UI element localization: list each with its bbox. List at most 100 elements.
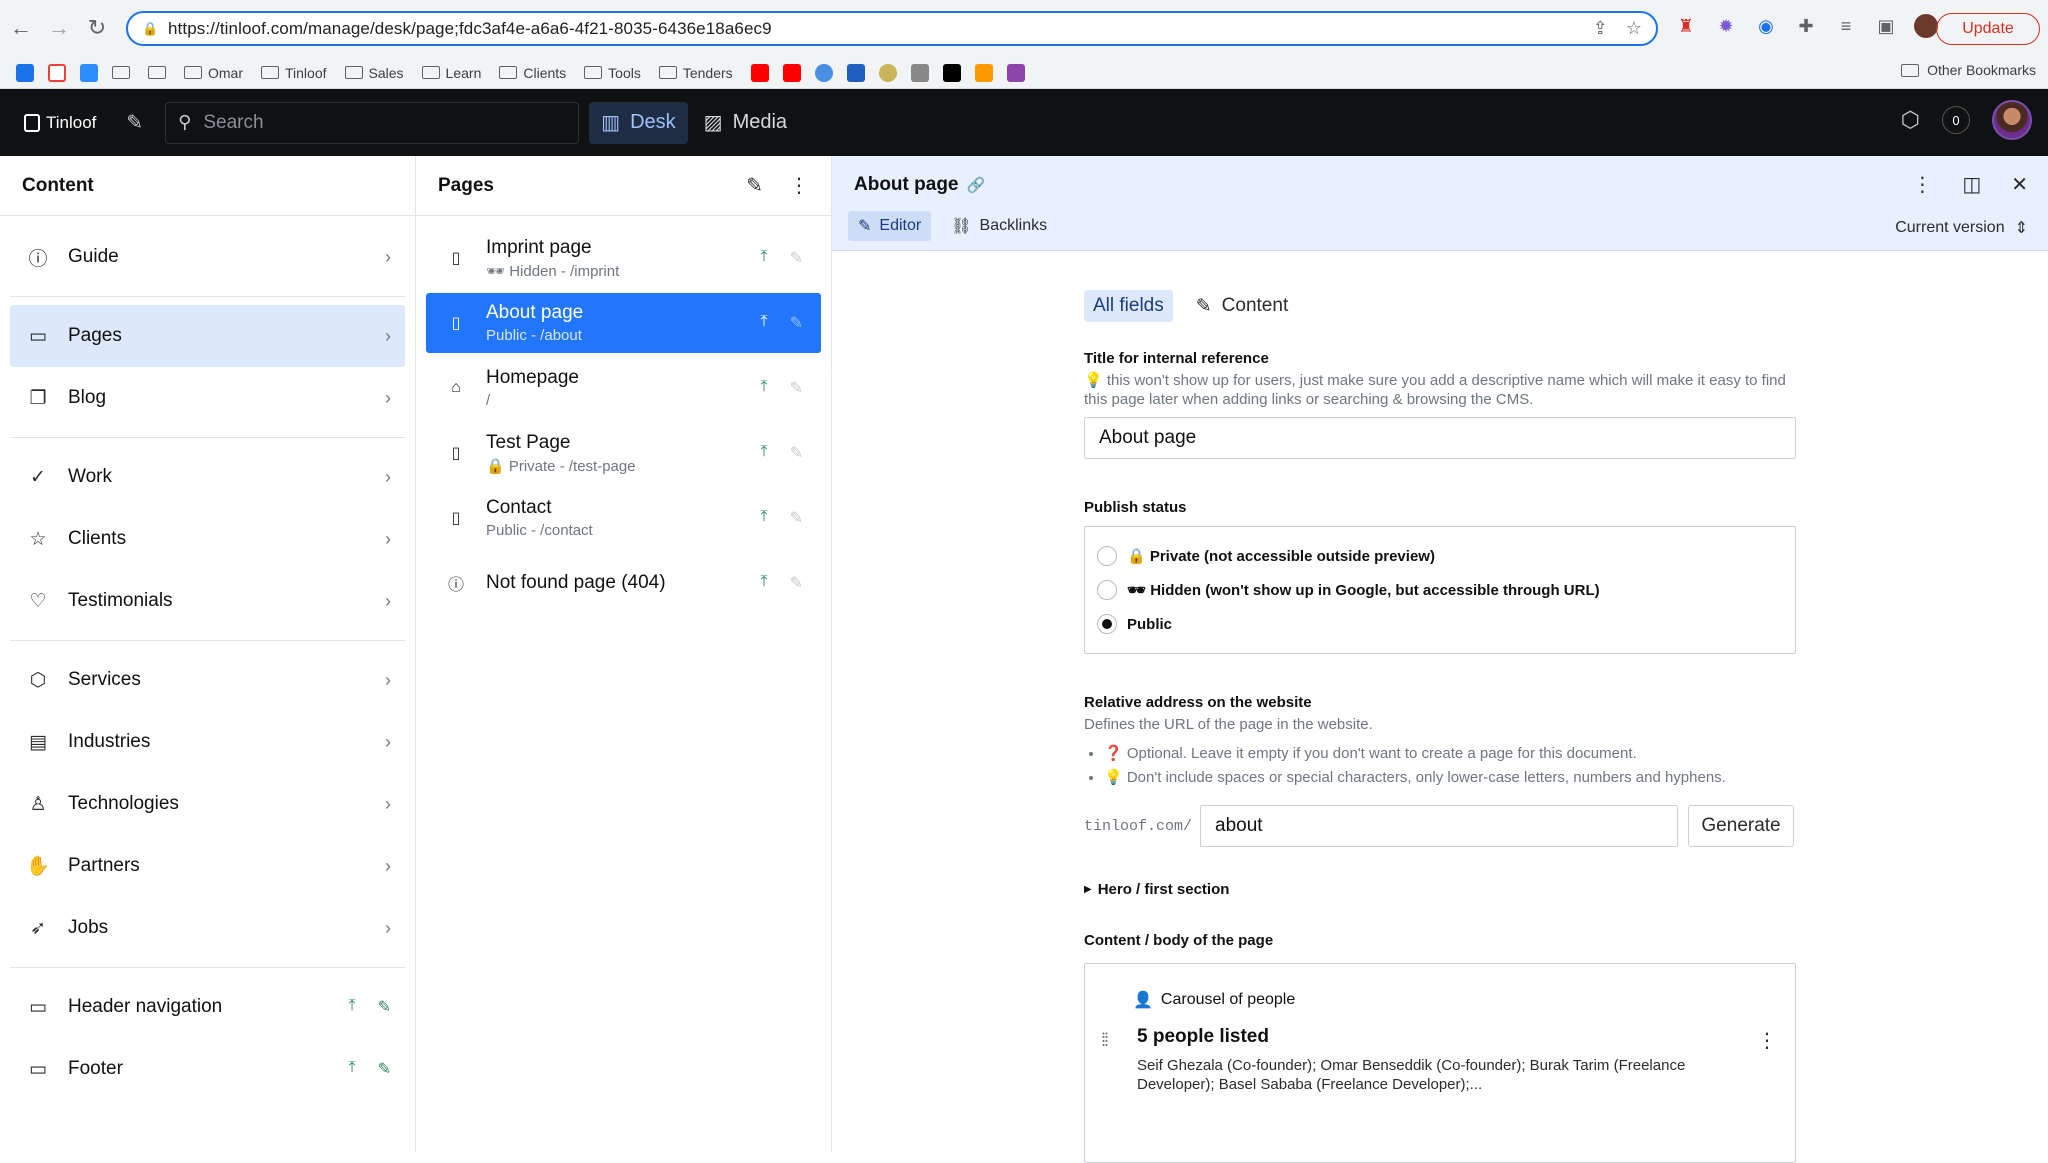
page-list-item[interactable]: ⌂Homepage/⤒✎ [426,358,821,418]
notification-badge[interactable]: 0 [1942,106,1970,134]
publish-icon[interactable]: ⤒ [761,248,768,268]
kebab-menu-icon[interactable]: ⋮ [789,173,809,198]
kebab-menu-icon[interactable]: ⋮ [1912,172,1932,197]
gmail-favicon-icon[interactable] [48,64,66,82]
page-list-item[interactable]: ▯Imprint page🕶 Hidden - /imprint⤒✎ [426,228,821,288]
publish-icon[interactable]: ⤒ [761,573,768,593]
edit-icon[interactable]: ✎ [790,378,803,398]
user-avatar[interactable] [1992,100,2032,140]
address-bar[interactable]: 🔒 https://tinloof.com/manage/desk/page;f… [126,11,1658,46]
edit-icon[interactable]: ✎ [790,508,803,528]
bookmark-folder[interactable]: Tools [584,65,641,81]
content-item-blog[interactable]: ❐Blog› [10,367,405,429]
generate-button[interactable]: Generate [1688,805,1794,847]
radio-button-selected[interactable] [1097,614,1117,634]
youtube-favicon-icon[interactable] [783,64,801,82]
studio-logo[interactable]: Tinloof [24,113,96,133]
package-icon[interactable]: ⬡ [1901,107,1920,133]
search-input[interactable] [203,112,543,134]
forward-icon[interactable]: → [42,11,76,45]
content-item-guide[interactable]: ⓘGuide› [10,226,405,288]
page-list-item-selected[interactable]: ▯About pagePublic - /about⤒✎ [426,293,821,353]
edit-icon[interactable]: ✎ [378,1059,391,1079]
share-icon[interactable]: ⇪ [1593,18,1608,39]
url-text[interactable]: https://tinloof.com/manage/desk/page;fdc… [168,19,772,39]
amazon-favicon-icon[interactable] [975,64,993,82]
edit-icon[interactable]: ✎ [378,997,391,1017]
calendar-favicon-icon[interactable] [16,64,34,82]
close-icon[interactable]: ✕ [2011,172,2028,197]
compose-icon[interactable]: ✎ [126,110,143,135]
view-tab-content[interactable]: ✎Content [1187,290,1297,322]
favicon-icon[interactable] [911,64,929,82]
content-item-footer[interactable]: ▭Footer⤒✎ [10,1038,405,1100]
puzzle-icon[interactable]: ✚ [1794,14,1818,38]
publish-icon[interactable]: ⤒ [349,997,356,1017]
edit-icon[interactable]: ✎ [790,443,803,463]
block-title[interactable]: 5 people listed [1137,1026,1269,1048]
media-queue-icon[interactable]: ≡ [1834,14,1858,38]
bookmark-folder[interactable]: Sales [345,65,404,81]
radio-private[interactable]: 🔒 Private (not accessible outside previe… [1097,539,1783,573]
edit-icon[interactable]: ✎ [790,313,803,333]
extension-icon[interactable]: ♜ [1674,14,1698,38]
publish-icon[interactable]: ⤒ [761,313,768,333]
radio-public[interactable]: Public [1097,607,1783,641]
bookmark-folder[interactable]: Tenders [659,65,733,81]
update-button[interactable]: Update [1936,13,2040,45]
favicon-icon[interactable] [943,64,961,82]
tab-backlinks[interactable]: ⛓Backlinks [941,211,1057,241]
content-item-technologies[interactable]: ♙Technologies› [10,773,405,835]
bookmark-folder[interactable]: Omar [184,65,243,81]
bookmark-folder[interactable] [112,66,130,79]
tool-media-button[interactable]: ▨Media [692,102,799,144]
slug-input[interactable]: about [1200,805,1678,847]
youtube-favicon-icon[interactable] [751,64,769,82]
page-list-item[interactable]: ▯ContactPublic - /contact⤒✎ [426,488,821,548]
internal-title-input[interactable]: About page [1084,417,1796,459]
zoom-favicon-icon[interactable] [80,64,98,82]
edit-icon[interactable]: ✎ [790,248,803,268]
view-tab-all-fields[interactable]: All fields [1084,290,1173,322]
drag-handle-icon[interactable]: ⁞⁞ [1101,1030,1107,1051]
link-icon[interactable]: 🔗 [967,176,986,194]
page-list-item[interactable]: ⓘNot found page (404)⤒✎ [426,553,821,613]
compose-icon[interactable]: ✎ [746,173,763,198]
extension-icon[interactable]: ✹ [1714,14,1738,38]
bookmark-folder[interactable] [148,66,166,79]
version-selector[interactable]: Current version⇕ [1895,218,2028,238]
content-item-partners[interactable]: ✋Partners› [10,835,405,897]
publish-icon[interactable]: ⤒ [761,508,768,528]
radio-button[interactable] [1097,580,1117,600]
radio-hidden[interactable]: 🕶 Hidden (won't show up in Google, but a… [1097,573,1783,607]
back-icon[interactable]: ← [4,11,38,45]
content-item-pages[interactable]: ▭Pages› [10,305,405,367]
profile-avatar-icon[interactable] [1914,14,1938,38]
split-pane-icon[interactable]: ◫ [1962,172,1981,197]
publish-icon[interactable]: ⤒ [761,378,768,398]
other-bookmarks[interactable]: Other Bookmarks [1901,62,2036,78]
side-panel-icon[interactable]: ▣ [1874,14,1898,38]
edit-icon[interactable]: ✎ [790,573,803,593]
favicon-icon[interactable] [1007,64,1025,82]
hero-section-toggle[interactable]: ▶Hero / first section [1084,881,1796,898]
content-item-services[interactable]: ⬡Services› [10,649,405,711]
content-item-industries[interactable]: ▤Industries› [10,711,405,773]
radio-button[interactable] [1097,546,1117,566]
publish-icon[interactable]: ⤒ [761,443,768,463]
content-item-jobs[interactable]: ➶Jobs› [10,897,405,959]
favicon-icon[interactable] [815,64,833,82]
bookmark-folder[interactable]: Clients [499,65,566,81]
favicon-icon[interactable] [847,64,865,82]
tab-editor[interactable]: ✎Editor [848,211,931,241]
bookmark-star-icon[interactable]: ☆ [1626,18,1642,39]
favicon-icon[interactable] [879,64,897,82]
content-item-header-navigation[interactable]: ▭Header navigation⤒✎ [10,976,405,1038]
search-box[interactable]: ⚲ [165,102,579,144]
page-list-item[interactable]: ▯Test Page🔒 Private - /test-page⤒✎ [426,423,821,483]
content-item-testimonials[interactable]: ♡Testimonials› [10,570,405,632]
reload-icon[interactable]: ↻ [80,11,114,45]
content-item-clients[interactable]: ☆Clients› [10,508,405,570]
tool-desk-button[interactable]: ▥Desk [589,102,687,144]
content-item-work[interactable]: ✓Work› [10,446,405,508]
